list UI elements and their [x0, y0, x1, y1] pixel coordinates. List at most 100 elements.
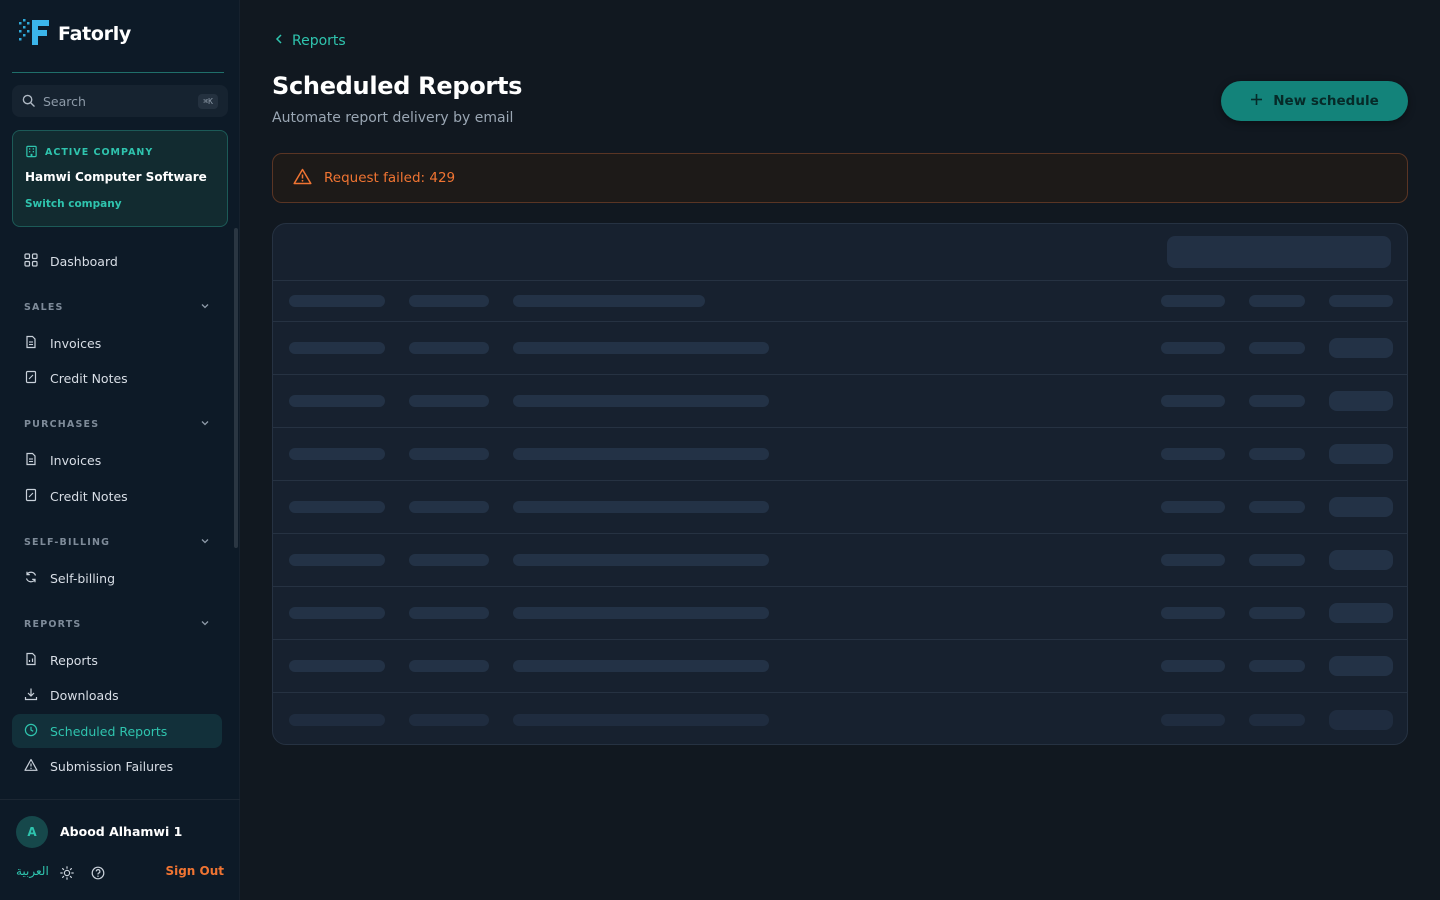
section-reports[interactable]: REPORTS [12, 609, 222, 639]
cell-skeleton [289, 342, 385, 354]
breadcrumb-reports-link[interactable]: Reports [292, 33, 346, 49]
table-header-skeleton [273, 281, 1407, 322]
clock-icon [24, 723, 38, 740]
sidebar-item-label: Credit Notes [50, 488, 128, 504]
sidebar-item-label: Downloads [50, 688, 119, 703]
cell-skeleton [1249, 501, 1305, 513]
sidebar-item-self-billing[interactable]: Self-billing [12, 561, 222, 595]
chevron-down-icon [200, 418, 210, 431]
cell-skeleton [513, 342, 769, 354]
sidebar-scrollbar[interactable] [234, 228, 238, 548]
sidebar-item-submission-failures[interactable]: Submission Failures [12, 750, 222, 784]
schedules-table-skeleton [272, 223, 1408, 745]
sun-icon[interactable] [60, 865, 74, 884]
file-chart-icon [24, 652, 38, 669]
sidebar-item-label: Dashboard [50, 253, 118, 269]
cell-skeleton [1161, 660, 1225, 672]
table-toolbar [273, 224, 1407, 281]
language-toggle[interactable]: العربية [16, 864, 49, 878]
cell-skeleton [1249, 660, 1305, 672]
cell-skeleton [1161, 607, 1225, 619]
section-purchases[interactable]: PURCHASES [12, 410, 222, 440]
table-row-skeleton [273, 481, 1407, 534]
sidebar: Fatorly Search ⌘K ACTIVE COMPANY Hamwi C… [0, 0, 240, 900]
table-row-skeleton [273, 375, 1407, 428]
toolbar-skeleton [1167, 236, 1391, 268]
user-name: Abood Alhamwi 1 [60, 824, 183, 839]
sidebar-item-label: Invoices [50, 335, 102, 351]
cell-skeleton [289, 607, 385, 619]
action-skeleton [1329, 603, 1393, 623]
cell-skeleton [1249, 448, 1305, 460]
sidebar-item-purchases-credit-notes[interactable]: Credit Notes [12, 479, 222, 513]
chevron-down-icon [200, 536, 210, 549]
cell-skeleton [1249, 607, 1305, 619]
cell-skeleton [513, 607, 769, 619]
cell-skeleton [1249, 713, 1305, 726]
brand[interactable]: Fatorly [18, 18, 131, 50]
section-title: SALES [24, 301, 64, 313]
table-row-skeleton [273, 534, 1407, 587]
new-schedule-label: New schedule [1273, 93, 1379, 109]
sidebar-nav: Dashboard SALES Invoices Credit Notes PU… [12, 244, 222, 785]
cell-skeleton [1161, 554, 1225, 566]
cell-skeleton [409, 395, 489, 407]
warning-triangle-icon [24, 758, 38, 775]
sidebar-item-label: Reports [50, 652, 98, 668]
sidebar-item-label: Credit Notes [50, 371, 128, 386]
chevron-left-icon [274, 33, 284, 49]
switch-company-link[interactable]: Switch company [25, 198, 122, 210]
sidebar-item-downloads[interactable]: Downloads [12, 679, 222, 713]
page-subtitle: Automate report delivery by email [272, 110, 514, 126]
sidebar-item-label: Submission Failures [50, 759, 174, 774]
cell-skeleton [289, 554, 385, 566]
action-skeleton [1329, 497, 1393, 517]
table-row-skeleton [273, 587, 1407, 640]
main-content: Reports Scheduled Reports Automate repor… [240, 0, 1440, 900]
chevron-down-icon [200, 301, 210, 314]
section-title: PURCHASES [24, 419, 100, 430]
sign-out-button[interactable]: Sign Out [165, 864, 224, 878]
warning-triangle-icon [293, 168, 312, 189]
brand-divider [12, 72, 224, 73]
section-sales[interactable]: SALES [12, 292, 222, 322]
action-skeleton [1329, 391, 1393, 411]
cell-skeleton [513, 554, 769, 566]
cell-skeleton [409, 660, 489, 672]
file-text-icon [24, 335, 38, 352]
sidebar-item-sales-invoices[interactable]: Invoices [12, 326, 222, 360]
cell-skeleton [289, 448, 385, 460]
search-icon [22, 92, 35, 111]
error-alert-text: Request failed: 429 [324, 170, 456, 186]
cell-skeleton [513, 448, 769, 460]
sidebar-item-reports[interactable]: Reports [12, 643, 222, 677]
cell-skeleton [1249, 342, 1305, 354]
sidebar-item-scheduled-reports[interactable]: Scheduled Reports [12, 714, 222, 748]
action-skeleton [1329, 444, 1393, 464]
new-schedule-button[interactable]: New schedule [1221, 81, 1408, 121]
cell-skeleton [289, 660, 385, 672]
sidebar-item-purchases-invoices[interactable]: Invoices [12, 444, 222, 478]
table-row-skeleton [273, 322, 1407, 375]
cell-skeleton [1161, 395, 1225, 407]
help-circle-icon[interactable] [91, 865, 105, 884]
search-input[interactable]: Search ⌘K [12, 85, 228, 117]
cell-skeleton [289, 395, 385, 407]
avatar[interactable]: A [16, 816, 48, 848]
breadcrumb[interactable]: Reports [274, 33, 346, 49]
action-skeleton [1329, 709, 1393, 730]
sidebar-item-dashboard[interactable]: Dashboard [12, 244, 222, 278]
section-title: REPORTS [24, 618, 82, 630]
section-self-billing[interactable]: SELF-BILLING [12, 527, 222, 557]
section-title: SELF-BILLING [24, 536, 111, 548]
brand-name: Fatorly [58, 23, 131, 45]
company-name: Hamwi Computer Software [25, 170, 207, 184]
table-row-skeleton [273, 428, 1407, 481]
grid-icon [24, 252, 38, 270]
sidebar-item-label: Invoices [50, 453, 102, 468]
refresh-icon [24, 570, 38, 587]
cell-skeleton [513, 713, 769, 726]
table-row-skeleton [273, 640, 1407, 693]
sidebar-item-sales-credit-notes[interactable]: Credit Notes [12, 362, 222, 396]
cell-skeleton [513, 501, 769, 513]
